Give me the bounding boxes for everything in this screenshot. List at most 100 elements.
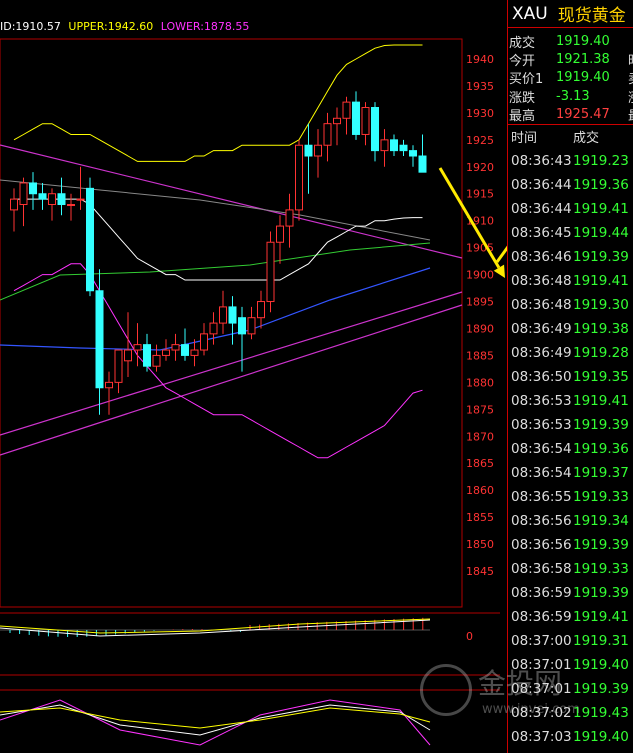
price-chart[interactable]: 1940193519301925192019151910190519001895…	[0, 0, 507, 753]
candle-body	[152, 354, 161, 367]
y-tick-label: 1900	[466, 269, 494, 282]
candle-body	[162, 349, 170, 356]
tick-row[interactable]: 08:36:44 1919.41	[508, 197, 633, 221]
y-tick-label: 1940	[466, 53, 494, 66]
tick-row[interactable]: 08:36:59 1919.41	[508, 605, 633, 629]
tick-time: 08:37:01	[511, 680, 572, 697]
tick-time: 08:36:46	[511, 248, 572, 265]
tick-price: 1919.35	[573, 368, 629, 385]
candle-body	[181, 344, 189, 356]
tick-row[interactable]: 08:36:49 1919.28	[508, 341, 633, 365]
tick-time: 08:36:49	[511, 344, 572, 361]
candle-body	[304, 144, 313, 157]
tick-row[interactable]: 08:37:01 1919.39	[508, 677, 633, 701]
y-tick-label: 1885	[466, 349, 494, 362]
tick-price: 1919.38	[573, 320, 629, 337]
tick-price: 1919.33	[573, 488, 629, 505]
tick-row[interactable]: 08:36:55 1919.33	[508, 485, 633, 509]
tick-row[interactable]: 08:36:49 1919.38	[508, 317, 633, 341]
kdj-d	[0, 707, 431, 729]
candle-body	[295, 144, 303, 211]
tick-price: 1919.41	[573, 200, 629, 217]
tick-time: 08:37:02	[511, 704, 572, 721]
quote-row: 成交 1919.40	[509, 33, 610, 51]
tick-price: 1919.28	[573, 344, 629, 361]
y-tick-label: 1870	[466, 430, 494, 443]
candle-body	[133, 344, 142, 351]
tick-row[interactable]: 08:36:56 1919.39	[508, 533, 633, 557]
band-upper	[13, 44, 423, 162]
candle-body	[266, 241, 275, 303]
tick-price: 1919.39	[573, 248, 629, 265]
candle-body	[399, 144, 408, 152]
quote-row: 最高1925.47最	[509, 107, 633, 125]
trend-lines	[0, 144, 463, 456]
tick-row[interactable]: 08:36:56 1919.34	[508, 509, 633, 533]
tick-row[interactable]: 08:36:46 1919.39	[508, 245, 633, 269]
tick-row[interactable]: 08:36:59 1919.39	[508, 581, 633, 605]
band-lower	[13, 263, 423, 459]
candle-body	[124, 349, 132, 362]
candle-body	[200, 333, 208, 351]
candle-body	[209, 322, 218, 335]
tick-price: 1919.34	[573, 512, 629, 529]
tick-time: 08:37:00	[511, 632, 572, 649]
y-tick-label: 1865	[466, 457, 494, 470]
tick-row[interactable]: 08:37:03 1919.40	[508, 725, 633, 749]
tick-price: 1919.39	[573, 584, 629, 601]
tick-time: 08:36:48	[511, 272, 572, 289]
candle-body	[19, 182, 28, 206]
candle-body	[352, 101, 360, 135]
chart-frame	[0, 38, 500, 691]
y-tick-label: 1890	[466, 322, 494, 335]
tick-price: 1919.39	[573, 536, 629, 553]
y-tick-label: 1895	[466, 296, 494, 309]
candle-body	[105, 381, 113, 389]
tick-row[interactable]: 08:36:53 1919.39	[508, 413, 633, 437]
candle-body	[314, 144, 322, 157]
tick-row[interactable]: 08:36:54 1919.36	[508, 437, 633, 461]
tick-price: 1919.40	[573, 656, 629, 673]
tick-time: 08:36:56	[511, 512, 572, 529]
indicator-subpanels: 0	[0, 617, 473, 746]
upper-value: UPPER:1942.60	[68, 20, 154, 33]
y-tick-label: 1875	[466, 403, 494, 416]
indicator-legend: ID:1910.57 UPPER:1942.60 LOWER:1878.55	[0, 20, 253, 33]
tick-row[interactable]: 08:36:58 1919.33	[508, 557, 633, 581]
y-tick-label: 1920	[466, 161, 494, 174]
tick-price: 1919.41	[573, 272, 629, 289]
tick-row[interactable]: 08:36:50 1919.35	[508, 365, 633, 389]
tick-row[interactable]: 08:37:01 1919.40	[508, 653, 633, 677]
tick-row[interactable]: 08:36:53 1919.41	[508, 389, 633, 413]
tick-row[interactable]: 08:36:45 1919.44	[508, 221, 633, 245]
quote-header: XAU 现货黄金	[508, 0, 633, 28]
candle-body	[67, 204, 75, 207]
trend-line	[0, 304, 463, 456]
tick-price: 1919.41	[573, 608, 629, 625]
y-tick-label: 1845	[466, 565, 494, 578]
candle-body	[380, 139, 389, 152]
tick-price: 1919.36	[573, 440, 629, 457]
tick-time: 08:36:44	[511, 176, 572, 193]
candle-body	[219, 306, 227, 324]
tick-time: 08:36:55	[511, 488, 572, 505]
mid-value: ID:1910.57	[0, 20, 61, 33]
tick-time: 08:36:54	[511, 464, 572, 481]
tick-list[interactable]: 08:36:43 1919.23 08:36:44 1919.36 08:36:44 19…	[508, 149, 633, 749]
tick-row[interactable]: 08:36:48 1919.41	[508, 269, 633, 293]
tick-time: 08:36:56	[511, 536, 572, 553]
y-tick-label: 1860	[466, 484, 494, 497]
tick-row[interactable]: 08:36:54 1919.37	[508, 461, 633, 485]
tick-row[interactable]: 08:37:02 1919.43	[508, 701, 633, 725]
candlesticks	[10, 91, 427, 415]
tick-price: 1919.41	[573, 392, 629, 409]
tick-row[interactable]: 08:36:48 1919.30	[508, 293, 633, 317]
tick-row[interactable]: 08:37:00 1919.31	[508, 629, 633, 653]
tick-row[interactable]: 08:36:43 1919.23	[508, 149, 633, 173]
candle-body	[276, 225, 284, 243]
y-tick-label: 1850	[466, 538, 494, 551]
tick-row[interactable]: 08:36:44 1919.36	[508, 173, 633, 197]
tick-price: 1919.37	[573, 464, 629, 481]
candle-body	[285, 209, 294, 227]
y-tick-label: 1930	[466, 107, 494, 120]
